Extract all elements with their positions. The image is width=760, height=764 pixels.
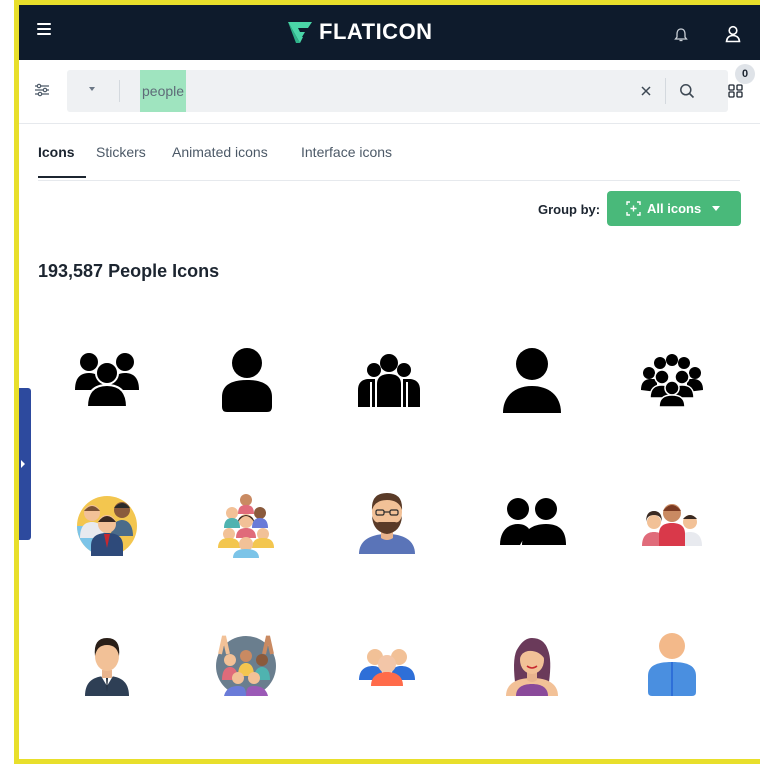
tab-icons[interactable]: Icons <box>38 144 75 160</box>
search-icon[interactable] <box>679 83 695 99</box>
colorful-group-icon[interactable] <box>347 626 427 706</box>
family-colored-icon[interactable] <box>632 486 712 566</box>
search-box: people <box>67 70 728 112</box>
user-colored-icon[interactable] <box>632 626 712 706</box>
businessman-avatar-icon[interactable] <box>67 626 147 706</box>
group-by-dropdown[interactable]: All icons <box>607 191 741 226</box>
divider <box>665 78 666 104</box>
business-team-colored-icon[interactable] <box>67 486 147 566</box>
single-user-icon[interactable] <box>206 344 286 424</box>
filters-icon[interactable] <box>34 83 50 97</box>
results-title: 193,587 People Icons <box>38 261 220 281</box>
diverse-crowd-colored-icon[interactable] <box>206 486 286 566</box>
bell-icon[interactable] <box>673 27 689 43</box>
group-of-three-people-icon[interactable] <box>67 341 147 421</box>
group-by-label: Group by: <box>538 202 601 217</box>
flaticon-logo-icon <box>288 22 312 43</box>
team-of-four-icon[interactable] <box>349 344 429 424</box>
collections-count-badge: 0 <box>735 64 755 84</box>
crowd-icon[interactable] <box>632 340 712 420</box>
close-icon[interactable] <box>639 84 653 98</box>
two-people-icon[interactable] <box>492 482 572 562</box>
active-tab-indicator <box>38 176 86 178</box>
cheering-crowd-icon[interactable] <box>206 626 286 706</box>
hamburger-menu-icon[interactable] <box>37 23 51 35</box>
flaticon-logo[interactable]: FLATICON <box>287 19 433 45</box>
caret-down-icon <box>712 206 720 211</box>
user-icon[interactable] <box>725 25 741 43</box>
resource-tabs: Icons Stickers Animated icons Interface … <box>38 140 740 181</box>
woman-avatar-icon[interactable] <box>492 626 572 706</box>
search-input[interactable]: people <box>140 70 187 112</box>
select-frame-icon <box>626 201 641 216</box>
tab-interface-icons[interactable]: Interface icons <box>301 144 392 160</box>
tab-animated-icons[interactable]: Animated icons <box>172 144 268 160</box>
caret-down-icon[interactable] <box>89 87 95 91</box>
logo-text: FLATICON <box>319 19 433 44</box>
bearded-man-avatar-icon[interactable] <box>347 484 427 564</box>
tab-stickers[interactable]: Stickers <box>96 144 146 160</box>
divider <box>119 80 120 102</box>
top-navigation-bar: FLATICON <box>19 5 760 60</box>
user-avatar-icon[interactable] <box>492 344 572 424</box>
group-by-value: All icons <box>647 201 702 216</box>
search-row: people 0 <box>19 60 760 124</box>
side-panel-toggle[interactable] <box>19 388 31 540</box>
